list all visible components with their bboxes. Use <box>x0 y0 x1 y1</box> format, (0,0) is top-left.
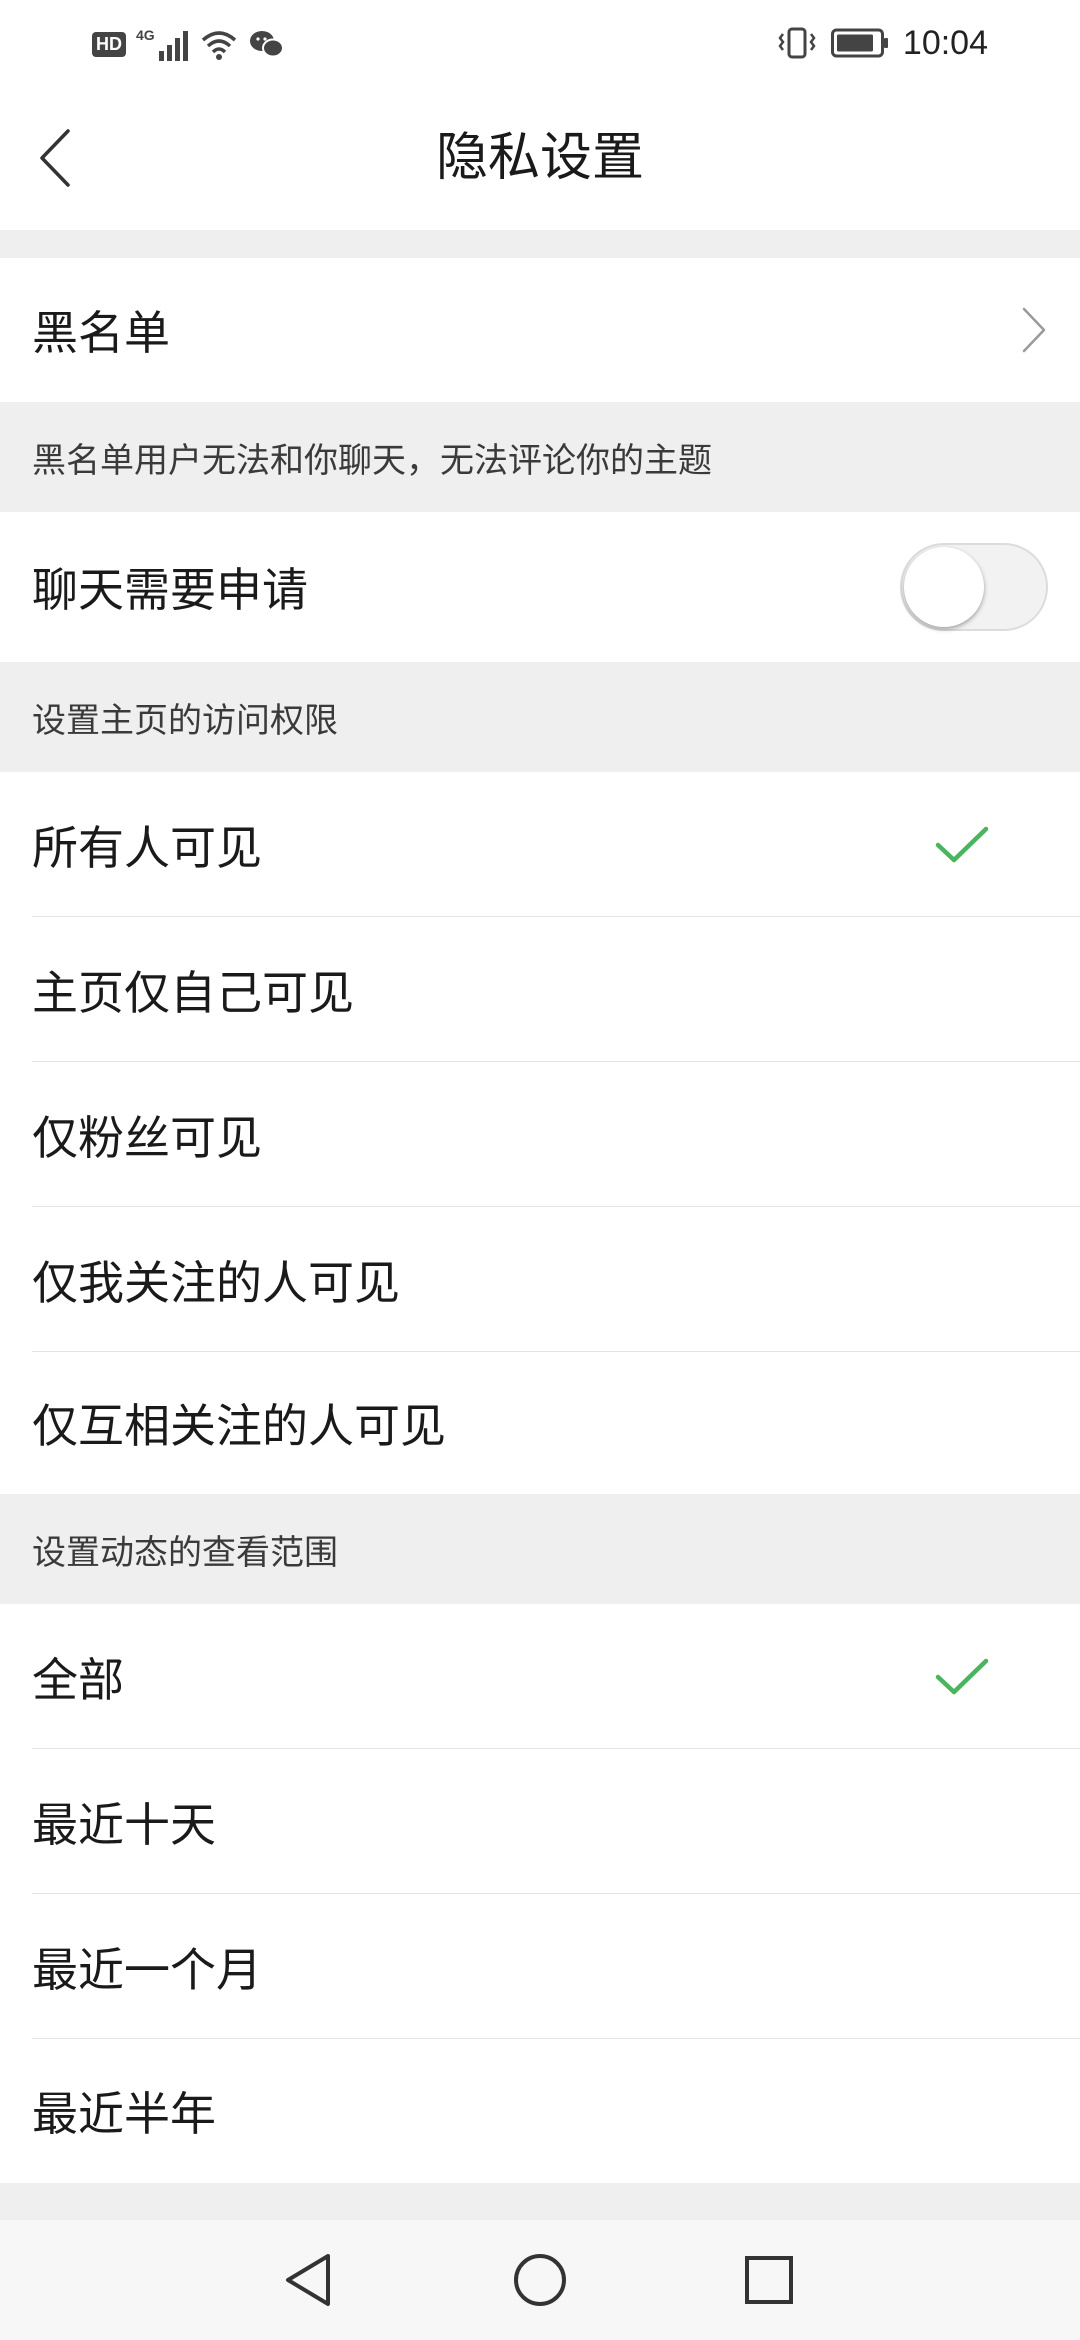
signal-icon: 4G <box>136 27 189 61</box>
chat-request-label: 聊天需要申请 <box>32 563 308 617</box>
checkmark-icon <box>935 826 989 862</box>
homepage-option-label: 仅粉丝可见 <box>32 1110 262 1165</box>
chevron-left-icon <box>40 129 70 187</box>
homepage-option-self[interactable]: 主页仅自己可见 <box>0 917 1080 1062</box>
homepage-access-header-text: 设置主页的访问权限 <box>32 700 338 741</box>
hd-icon: HD <box>92 31 126 57</box>
status-left: HD 4G <box>92 24 285 64</box>
chat-request-row: 聊天需要申请 <box>0 512 1080 662</box>
clock: 10:04 <box>902 23 988 62</box>
circle-home-icon <box>514 2254 566 2306</box>
square-recents-icon <box>745 2256 793 2304</box>
triangle-back-icon <box>286 2254 330 2306</box>
page-title: 隐私设置 <box>435 128 644 188</box>
feed-option-label: 最近半年 <box>32 2087 216 2141</box>
blacklist-note-text: 黑名单用户无法和你聊天，无法评论你的主题 <box>32 440 712 481</box>
nav-back-button[interactable] <box>268 2240 348 2320</box>
chevron-right-icon <box>1022 307 1046 353</box>
system-nav-bar <box>0 2220 1080 2340</box>
feed-option-label: 最近十天 <box>32 1797 216 1852</box>
feed-option-half-year[interactable]: 最近半年 <box>0 2039 1080 2183</box>
feed-range-header-text: 设置动态的查看范围 <box>32 1532 338 1573</box>
status-bar: HD 4G 10:04 <box>0 0 1080 86</box>
wifi-icon <box>201 31 236 60</box>
feed-range-header: 设置动态的查看范围 <box>0 1494 1080 1604</box>
homepage-option-label: 主页仅自己可见 <box>32 965 354 1020</box>
network-type-label: 4G <box>136 27 155 43</box>
checkmark-icon <box>935 1658 989 1694</box>
chat-request-toggle[interactable] <box>900 543 1048 631</box>
nav-recents-button[interactable] <box>729 2240 809 2320</box>
homepage-option-label: 仅互相关注的人可见 <box>32 1399 446 1453</box>
homepage-option-fans[interactable]: 仅粉丝可见 <box>0 1062 1080 1207</box>
homepage-option-following[interactable]: 仅我关注的人可见 <box>0 1207 1080 1352</box>
feed-option-label: 最近一个月 <box>32 1942 262 1997</box>
battery-icon <box>830 28 888 58</box>
vibrate-icon <box>778 27 816 59</box>
feed-option-label: 全部 <box>32 1652 124 1707</box>
wechat-icon <box>249 31 284 58</box>
homepage-option-mutual[interactable]: 仅互相关注的人可见 <box>0 1352 1080 1494</box>
feed-option-ten-days[interactable]: 最近十天 <box>0 1749 1080 1894</box>
back-button[interactable] <box>20 116 90 200</box>
feed-option-all[interactable]: 全部 <box>0 1604 1080 1749</box>
homepage-option-label: 仅我关注的人可见 <box>32 1255 400 1310</box>
blacklist-label: 黑名单 <box>32 306 170 360</box>
privacy-settings-screen: HD 4G 10:04 隐私设置 黑名单 黑名单用户无法和你聊天，无法评论你的主… <box>0 0 1080 2340</box>
status-right: 10:04 <box>777 20 988 66</box>
nav-home-button[interactable] <box>500 2240 580 2320</box>
blacklist-note: 黑名单用户无法和你聊天，无法评论你的主题 <box>0 402 1080 512</box>
toggle-knob <box>904 547 984 627</box>
homepage-option-all[interactable]: 所有人可见 <box>0 772 1080 917</box>
feed-option-one-month[interactable]: 最近一个月 <box>0 1894 1080 2039</box>
homepage-option-label: 所有人可见 <box>32 820 262 875</box>
homepage-access-header: 设置主页的访问权限 <box>0 662 1080 772</box>
blacklist-row[interactable]: 黑名单 <box>0 258 1080 402</box>
title-bar: 隐私设置 <box>0 86 1080 230</box>
